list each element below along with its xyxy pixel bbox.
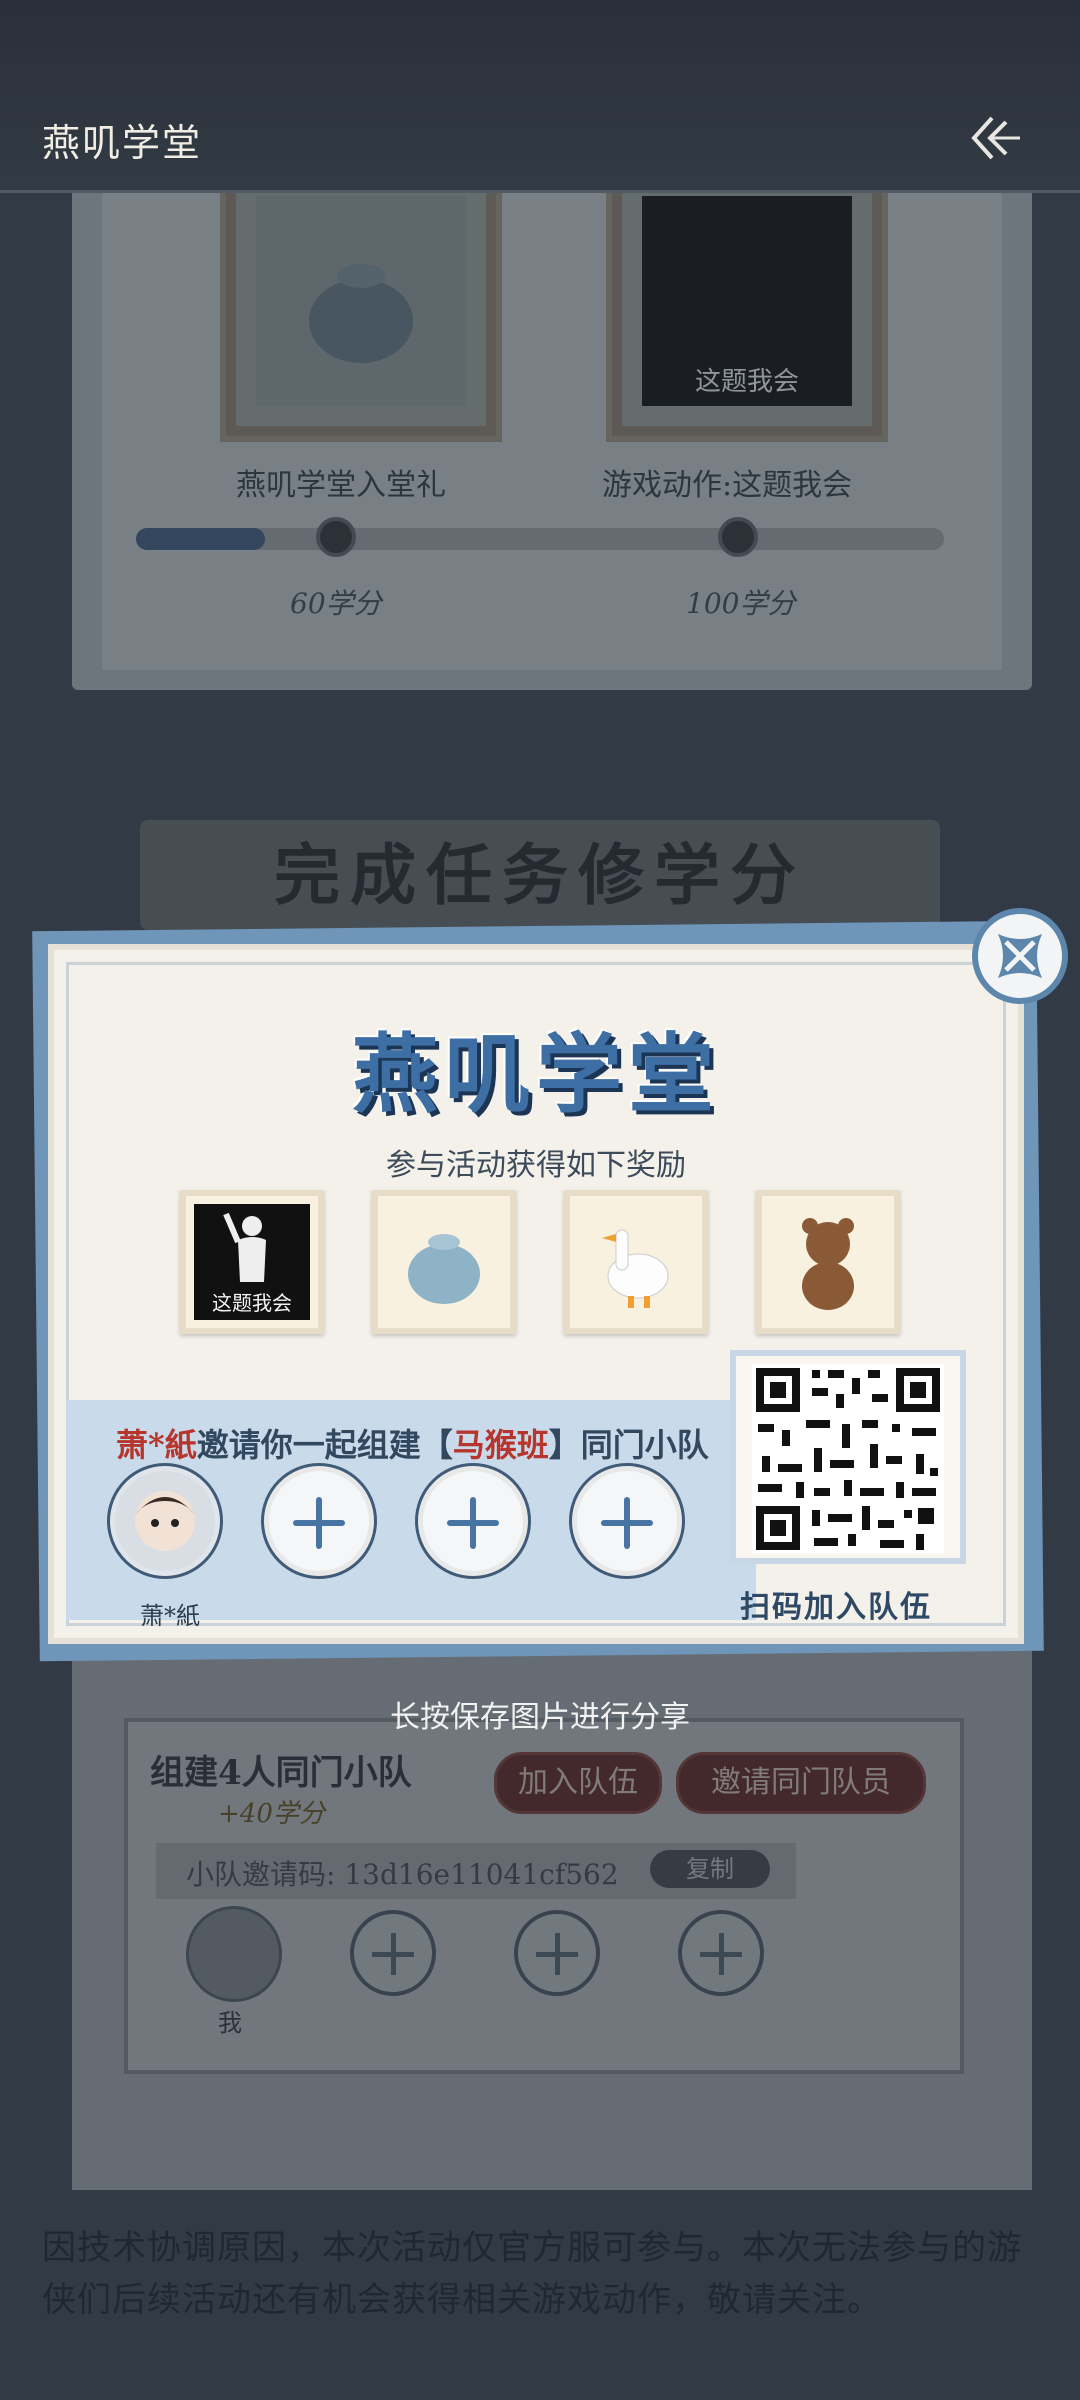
reward-item-caption: 这题我会 [212, 1291, 292, 1315]
teddy-bear-icon [770, 1204, 886, 1320]
team-name: 马猴班 [452, 1426, 549, 1464]
save-hint: 长按保存图片进行分享 [390, 1700, 690, 1735]
back-button[interactable] [966, 112, 1022, 164]
inviter-name: 萧*紙 [116, 1426, 197, 1464]
member-name: 萧*紙 [140, 1602, 200, 1630]
reward-item [372, 1190, 516, 1334]
qr-code-icon [752, 1364, 944, 1554]
empty-member-slot [418, 1466, 528, 1576]
close-modal-button[interactable] [972, 908, 1068, 1004]
qr-label: 扫码加入队伍 [740, 1590, 932, 1625]
close-icon [998, 934, 1042, 978]
top-bar: 燕叽学堂 [0, 0, 1080, 193]
avatar [110, 1466, 220, 1576]
modal-subtitle: 参与活动获得如下奖励 [386, 1148, 686, 1183]
reward-item [564, 1190, 708, 1334]
page-title: 燕叽学堂 [42, 121, 203, 165]
qr-code [730, 1350, 966, 1564]
reward-item [756, 1190, 900, 1334]
empty-member-slot [572, 1466, 682, 1576]
invite-message: 萧*紙邀请你一起组建【马猴班】同门小队 [116, 1426, 709, 1464]
empty-member-slot [264, 1466, 374, 1576]
cloth-bag-icon [386, 1204, 502, 1320]
white-goose-icon [578, 1204, 694, 1320]
event-logo: 燕叽学堂 [352, 1024, 720, 1125]
share-modal: 燕叽学堂 参与活动获得如下奖励 这题我会 萧*紙邀请你一起组建【马猴班】同门小队… [48, 944, 1024, 1644]
double-chevron-left-icon [971, 116, 1020, 160]
reward-item: 这题我会 [180, 1190, 324, 1334]
